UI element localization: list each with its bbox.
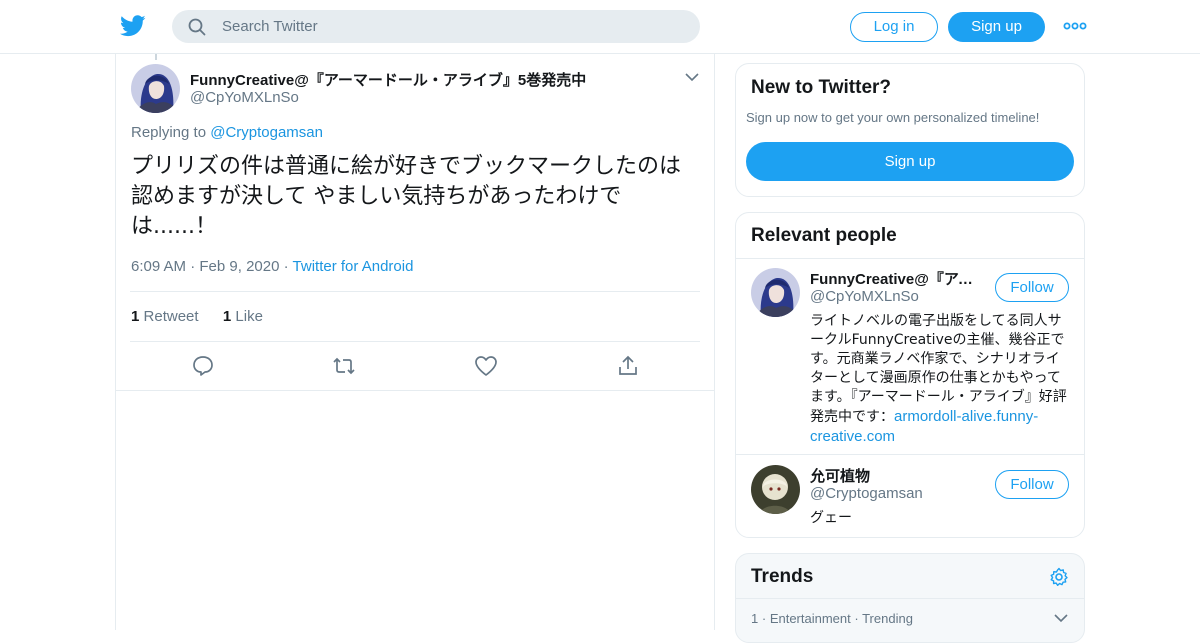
trends-title: Trends (751, 566, 814, 587)
person-name[interactable]: 允可植物 (810, 465, 985, 486)
trend-category: Entertainment (769, 611, 851, 626)
person-name[interactable]: FunnyCreative@『アーマードール・アライブ』5巻発売中 (810, 268, 985, 289)
person-handle[interactable]: @CpYoMXLnSo (810, 288, 919, 305)
follow-button[interactable]: Follow (995, 470, 1069, 499)
divider (130, 341, 700, 342)
tweet-text: プリリズの件は普通に絵が好きでブックマークしたのは認めますが決して やましい気持… (131, 154, 682, 239)
retweet-icon[interactable] (332, 355, 356, 377)
signup-card-button[interactable]: Sign up (746, 142, 1074, 181)
tweet-source-link[interactable]: Twitter for Android (293, 258, 414, 275)
tweet-date[interactable]: Feb 9, 2020 (199, 258, 279, 275)
author-name[interactable]: FunnyCreative@『アーマードール・アライブ』5巻発売中 (190, 69, 586, 90)
like-stat[interactable]: 1 Like (223, 308, 263, 325)
meta-separator: · (761, 611, 770, 626)
search-input[interactable] (222, 10, 682, 43)
relevant-people-title: Relevant people (751, 225, 897, 246)
meta-separator: · (190, 258, 200, 275)
replying-prefix: Replying to (131, 124, 207, 141)
trend-rank: 1 (751, 611, 759, 626)
chevron-down-icon[interactable] (1054, 612, 1068, 624)
person-avatar[interactable] (751, 465, 800, 514)
new-to-twitter-title: New to Twitter? (751, 77, 892, 98)
tweet-metadata: 6:09 AM · Feb 9, 2020 · Twitter for Andr… (131, 258, 413, 275)
twitter-bird-icon[interactable] (120, 14, 146, 38)
retweet-stat[interactable]: 1 Retweet (131, 308, 199, 325)
share-icon[interactable] (616, 355, 640, 377)
replying-to-line: Replying to @Cryptogamsan (131, 124, 323, 141)
main-timeline-column: FunnyCreative@『アーマードール・アライブ』5巻発売中 @CpYoM… (115, 54, 715, 630)
new-to-twitter-card: New to Twitter? Sign up now to get your … (735, 63, 1085, 197)
person-bio: グェー (810, 510, 852, 526)
like-stat-label: Like (235, 308, 263, 325)
divider (736, 598, 1084, 599)
like-count: 1 (222, 308, 232, 325)
tweet-stats: 1 Retweet 1 Like (131, 308, 263, 325)
trend-status: Trending (862, 611, 913, 626)
author-avatar[interactable] (131, 64, 180, 113)
new-to-twitter-subtitle: Sign up now to get your own personalized… (746, 110, 1040, 125)
reply-icon[interactable] (191, 355, 215, 377)
meta-separator: · (854, 611, 863, 626)
signup-button[interactable]: Sign up (948, 12, 1045, 42)
tweet-detail: FunnyCreative@『アーマードール・アライブ』5巻発売中 @CpYoM… (116, 54, 714, 391)
person-bio: ライトノベルの電子出版をしてる同人サークルFunnyCreativeの主催、幾谷… (810, 312, 1072, 447)
settings-gear-icon[interactable] (1049, 567, 1069, 587)
author-handle[interactable]: @CpYoMXLnSo (190, 89, 299, 106)
tweet-time[interactable]: 6:09 AM (131, 258, 186, 275)
divider (130, 291, 700, 292)
relevant-people-card: Relevant people FunnyCreative@『アーマードール・ア… (735, 212, 1085, 538)
follow-button[interactable]: Follow (995, 273, 1069, 302)
search-box[interactable] (172, 10, 700, 43)
more-dots-icon[interactable] (1063, 18, 1087, 34)
divider (736, 258, 1084, 259)
person-handle[interactable]: @Cryptogamsan (810, 485, 923, 502)
divider (736, 454, 1084, 455)
login-button[interactable]: Log in (850, 12, 938, 42)
like-heart-icon[interactable] (474, 355, 498, 377)
thread-connector-line (155, 54, 157, 60)
chevron-down-icon[interactable] (684, 70, 700, 84)
meta-separator: · (283, 258, 293, 275)
retweet-stat-label: Retweet (143, 308, 199, 325)
person-avatar[interactable] (751, 268, 800, 317)
replying-to-link[interactable]: @Cryptogamsan (210, 124, 323, 141)
top-navigation-bar: Log in Sign up (0, 0, 1200, 54)
trend-item-meta[interactable]: 1 · Entertainment · Trending (751, 611, 913, 626)
search-icon (188, 18, 206, 36)
retweet-count: 1 (131, 308, 140, 325)
